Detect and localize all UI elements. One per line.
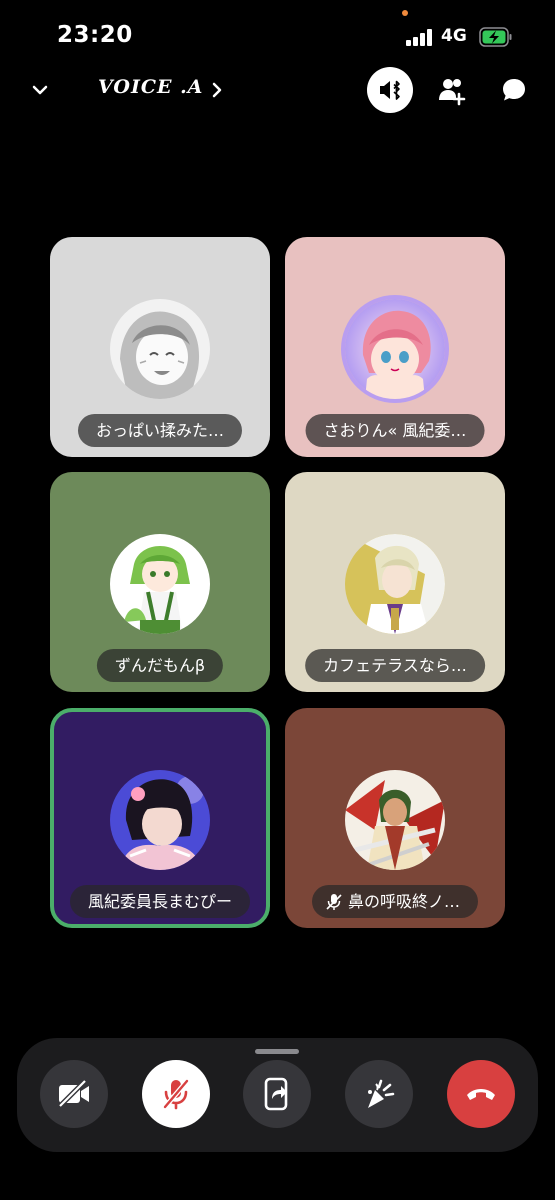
mic-muted-icon	[326, 893, 342, 910]
battery-charging-icon	[479, 27, 512, 47]
call-header: VOICE .A	[0, 62, 555, 118]
status-time: 23:20	[57, 22, 133, 48]
avatar	[345, 770, 445, 870]
participant-name: おっぱい揉みた…	[77, 414, 243, 447]
signal-icon	[406, 29, 434, 46]
screen-share-icon	[264, 1077, 288, 1111]
participant-tile[interactable]: カフェテラスなら…	[285, 472, 505, 692]
participant-tile[interactable]: 鼻の呼吸終ノ…	[285, 708, 505, 928]
chevron-down-icon[interactable]	[28, 78, 52, 102]
screen-share-button[interactable]	[243, 1060, 311, 1128]
audio-output-button[interactable]	[367, 67, 413, 113]
network-type: 4G	[441, 26, 467, 46]
participant-name: 風紀委員長まむぴー	[70, 885, 250, 918]
participant-tile-speaking[interactable]: 風紀委員長まむぴー	[50, 708, 270, 928]
camera-toggle-button[interactable]	[40, 1060, 108, 1128]
channel-title[interactable]: VOICE .A	[98, 76, 203, 98]
avatar	[345, 534, 445, 634]
mic-off-icon	[163, 1079, 189, 1110]
participant-tile[interactable]: おっぱい揉みた…	[50, 237, 270, 457]
chat-icon[interactable]	[500, 76, 528, 104]
add-friend-icon[interactable]	[437, 76, 467, 106]
avatar	[110, 534, 210, 634]
participant-name: カフェテラスなら…	[305, 649, 485, 682]
participant-tile[interactable]: ずんだもんβ	[50, 472, 270, 692]
avatar	[110, 770, 210, 870]
participant-tile[interactable]: さおりん« 風紀委…	[285, 237, 505, 457]
video-off-icon	[58, 1080, 89, 1108]
avatar	[110, 299, 210, 399]
mute-toggle-button[interactable]	[142, 1060, 210, 1128]
speaker-bluetooth-icon	[380, 80, 400, 100]
status-bar: 23:20 4G	[0, 0, 555, 70]
participant-name: ずんだもんβ	[96, 649, 224, 682]
soundboard-icon	[368, 1079, 395, 1108]
drag-handle[interactable]	[255, 1049, 299, 1054]
participant-name: 鼻の呼吸終ノ…	[311, 885, 479, 918]
soundboard-button[interactable]	[345, 1060, 413, 1128]
chevron-right-icon[interactable]	[206, 78, 228, 102]
participant-name: さおりん« 風紀委…	[305, 414, 485, 447]
leave-call-button[interactable]	[447, 1060, 515, 1128]
privacy-indicator	[402, 10, 408, 16]
avatar	[345, 299, 445, 399]
hang-up-icon	[467, 1089, 495, 1100]
